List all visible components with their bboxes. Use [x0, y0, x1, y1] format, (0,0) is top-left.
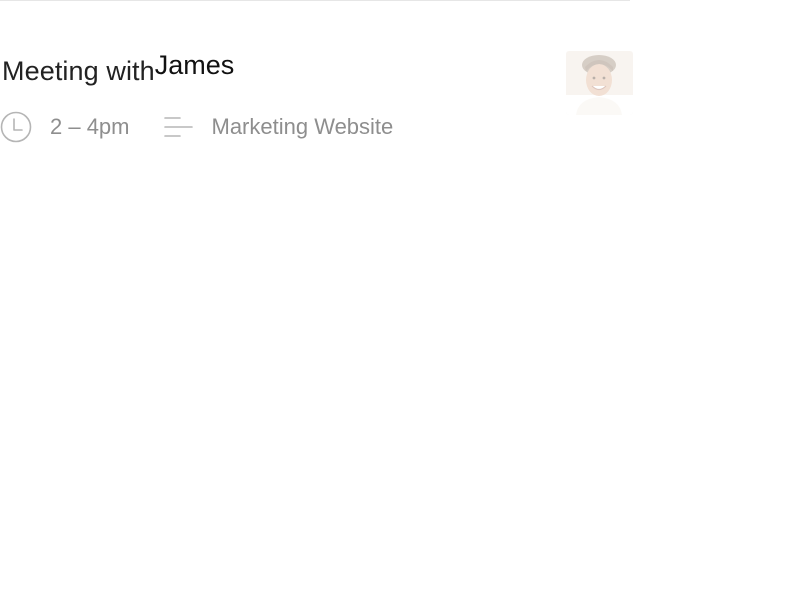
event-time: 2 – 4pm	[50, 114, 130, 139]
title-prefix: Meeting with	[2, 56, 155, 86]
event-title: Meeting withJames	[2, 50, 234, 96]
divider	[0, 0, 630, 1]
event-project[interactable]: Marketing Website	[212, 114, 394, 140]
event-card[interactable]: Meeting withJames 2 – 4pm Marketing Webs…	[0, 0, 633, 160]
clock-icon	[0, 111, 32, 143]
avatar[interactable]	[566, 51, 633, 115]
event-meta: 2 – 4pm Marketing Website	[0, 110, 393, 144]
lines-icon	[162, 111, 194, 143]
attendee-name[interactable]: James	[155, 50, 235, 80]
